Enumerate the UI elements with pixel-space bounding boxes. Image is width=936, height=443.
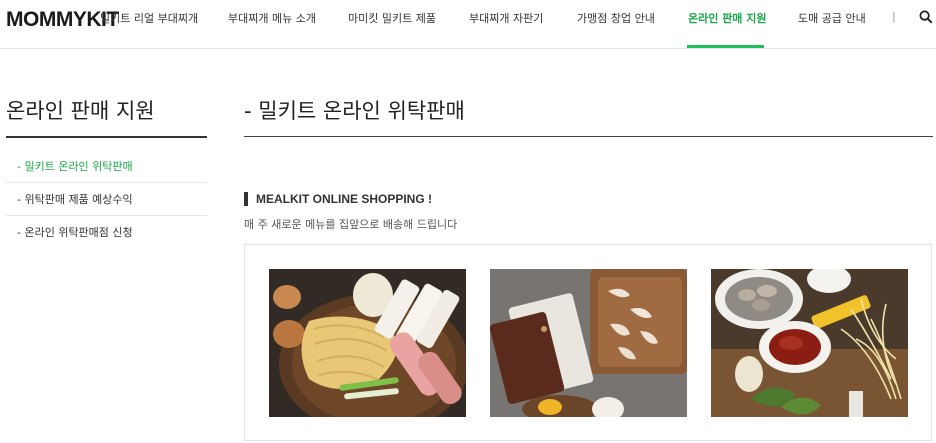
- sidebar-title-divider: [6, 136, 207, 138]
- section-title: MEALKIT ONLINE SHOPPING !: [256, 192, 433, 206]
- nav-item-vending-machine[interactable]: 부대찌개 자판기: [469, 10, 543, 26]
- nav-item-franchise[interactable]: 가맹점 창업 안내: [577, 10, 655, 26]
- search-icon[interactable]: [919, 10, 933, 24]
- section-marker: [244, 192, 248, 206]
- section-subtitle: 매 주 새로운 메뉴를 집앞으로 배송해 드립니다: [244, 218, 458, 231]
- nav-item-online-sales[interactable]: 온라인 판매 지원: [688, 10, 767, 26]
- page-title-divider: [244, 136, 933, 137]
- nav-separator: |: [892, 10, 896, 23]
- active-nav-underline: [687, 45, 764, 48]
- nav-item-wholesale[interactable]: 도매 공급 안내: [798, 10, 866, 26]
- sidebar-title: 온라인 판매 지원: [6, 99, 155, 123]
- top-header: MOMMYKIT 밀키트 리얼 부대찌개 부대찌개 메뉴 소개 마미킷 밀키트 …: [0, 0, 936, 49]
- sidebar-item-apply[interactable]: - 온라인 위탁판매점 신청: [6, 216, 207, 249]
- sidebar-item-consignment[interactable]: - 밀키트 온라인 위탁판매: [6, 150, 207, 183]
- nav-item-real-budae[interactable]: 밀키트 리얼 부대찌개: [100, 10, 198, 26]
- sidebar-item-expected-revenue[interactable]: - 위탁판매 제품 예상수익: [6, 183, 207, 216]
- nav-item-mealkit-products[interactable]: 마미킷 밀키트 제품: [348, 10, 436, 26]
- page-title: - 밀키트 온라인 위탁판매: [244, 99, 465, 123]
- product-image-mushrooms[interactable]: [711, 269, 908, 417]
- product-image-shrimp[interactable]: [490, 269, 687, 417]
- nav-item-menu-intro[interactable]: 부대찌개 메뉴 소개: [228, 10, 316, 26]
- product-image-noodles[interactable]: [269, 269, 466, 417]
